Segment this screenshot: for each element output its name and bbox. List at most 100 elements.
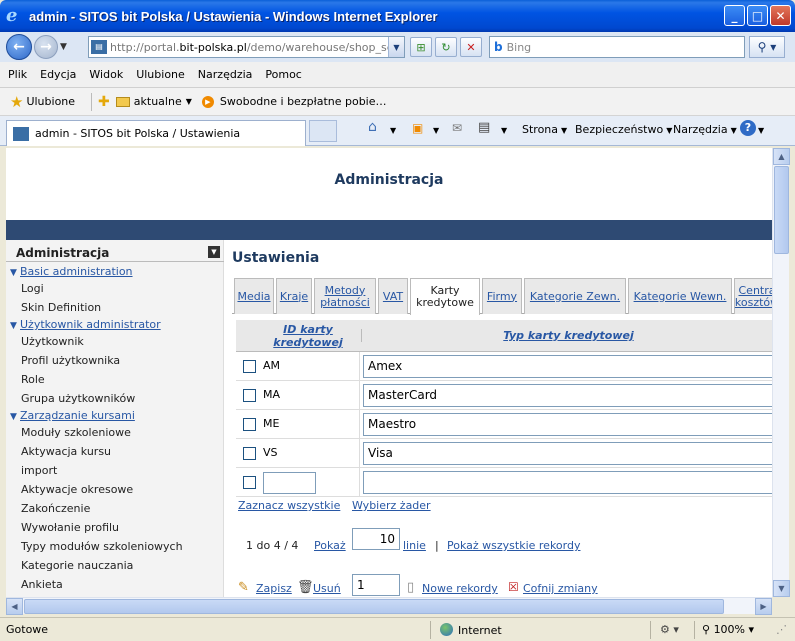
horizontal-scroll-thumb[interactable] (24, 599, 724, 614)
address-bar[interactable]: ▤ http://portal.bit-polska.pl/demo/wareh… (88, 36, 405, 58)
feeds-dropdown-icon[interactable]: ▼ (433, 126, 439, 135)
undo-changes-button[interactable]: Cofnij zmiany (523, 582, 598, 595)
favorites-item-aktualne[interactable]: aktualne (134, 95, 182, 108)
stop-button[interactable]: ✕ (460, 37, 482, 57)
menu-file[interactable]: Plik (8, 68, 27, 81)
save-icon[interactable]: ✎ (238, 580, 249, 595)
search-input[interactable]: b Bing (489, 36, 745, 58)
mail-icon[interactable]: ✉ (452, 121, 462, 135)
browser-tab[interactable]: admin - SITOS bit Polska / Ustawienia (6, 120, 306, 146)
new-tab-button[interactable] (309, 120, 337, 142)
sidebar-collapse-icon[interactable]: ▼ (208, 246, 220, 258)
help-dropdown-icon[interactable]: ▼ (758, 126, 764, 135)
add-favorite-icon[interactable]: ✚ (98, 94, 110, 110)
column-id-header[interactable]: ID karty kredytowej (260, 323, 356, 349)
sidebar-item-role[interactable]: Role (21, 373, 45, 386)
refresh-button[interactable]: ↻ (435, 37, 457, 57)
horizontal-scrollbar[interactable]: ◀ ▶ (6, 597, 772, 615)
sidebar-item-grupa[interactable]: Grupa użytkowników (21, 392, 135, 405)
pager-lines-input[interactable]: 10 (352, 528, 400, 550)
chevron-down-icon[interactable]: ▼ (186, 97, 192, 106)
document-icon[interactable]: ▯ (407, 580, 414, 595)
new-records-count-input[interactable]: 1 (352, 574, 400, 596)
sidebar-item-aktywacja-kursu[interactable]: Aktywacja kursu (21, 445, 111, 458)
tab-karty-kredytowe[interactable]: Karty kredytowe (410, 278, 480, 315)
tab-media[interactable]: Media (234, 278, 274, 314)
safety-menu[interactable]: Bezpieczeństwo ▼ (575, 123, 672, 136)
back-button[interactable]: ← (6, 34, 32, 60)
select-none-link[interactable]: Wybierz żader (352, 499, 431, 512)
protected-mode-icon[interactable]: ⚙ ▾ (660, 623, 679, 636)
sidebar-item-moduly[interactable]: Moduły szkoleniowe (21, 426, 131, 439)
favorites-item-download[interactable]: Swobodne i bezpłatne pobie… (220, 95, 387, 108)
save-button[interactable]: Zapisz (256, 582, 292, 595)
sidebar-group-basic-administration[interactable]: ▼ Basic administration (10, 265, 133, 278)
vertical-scroll-thumb[interactable] (774, 166, 789, 254)
sidebar-item-aktywacje-okresowe[interactable]: Aktywacje okresowe (21, 483, 133, 496)
print-dropdown-icon[interactable]: ▼ (501, 126, 507, 135)
row-checkbox[interactable] (243, 418, 256, 431)
row-checkbox[interactable] (243, 476, 256, 489)
menu-help[interactable]: Pomoc (265, 68, 301, 81)
tools-menu[interactable]: Narzędzia ▼ (673, 123, 737, 136)
minimize-button[interactable]: _ (724, 5, 745, 26)
favorites-button[interactable]: Ulubione (26, 95, 75, 108)
feeds-icon[interactable]: ▣ (412, 121, 423, 135)
tab-firmy[interactable]: Firmy (482, 278, 522, 314)
sidebar-item-import[interactable]: import (21, 464, 57, 477)
search-button[interactable]: ⚲ ▾ (749, 36, 785, 58)
card-type-input[interactable]: Visa (363, 442, 772, 465)
address-url[interactable]: http://portal.bit-polska.pl/demo/warehou… (110, 41, 388, 54)
pager-show-link[interactable]: Pokaż (314, 539, 346, 552)
forward-button[interactable]: → (34, 35, 58, 59)
row-checkbox[interactable] (243, 447, 256, 460)
sidebar-item-uzytkownik[interactable]: Użytkownik (21, 335, 84, 348)
sidebar-item-kategorie-nauczania[interactable]: Kategorie nauczania (21, 559, 133, 572)
select-all-link[interactable]: Zaznacz wszystkie (238, 499, 340, 512)
tab-centra-kosztow[interactable]: Centra kosztów (734, 278, 772, 314)
page-menu[interactable]: Strona ▼ (522, 123, 567, 136)
sidebar-item-logi[interactable]: Logi (21, 282, 44, 295)
row-checkbox[interactable] (243, 389, 256, 402)
cancel-icon[interactable]: ☒ (508, 580, 519, 594)
sidebar-item-skin-definition[interactable]: Skin Definition (21, 301, 101, 314)
address-dropdown-icon[interactable]: ▼ (388, 37, 404, 57)
card-type-input[interactable]: MasterCard (363, 384, 772, 407)
card-type-input[interactable]: Maestro (363, 413, 772, 436)
home-dropdown-icon[interactable]: ▼ (390, 126, 396, 135)
vertical-scrollbar[interactable]: ▲ ▼ (772, 148, 790, 597)
menu-edit[interactable]: Edycja (40, 68, 76, 81)
sidebar-item-typy-modulow[interactable]: Typy modułów szkoleniowych (21, 540, 183, 553)
new-card-type-input[interactable] (363, 471, 772, 494)
scroll-right-icon[interactable]: ▶ (755, 598, 772, 615)
compatibility-view-button[interactable]: ⊞ (410, 37, 432, 57)
sidebar-item-ankieta[interactable]: Ankieta (21, 578, 63, 591)
menu-favorites[interactable]: Ulubione (136, 68, 185, 81)
home-icon[interactable]: ⌂ (368, 119, 377, 135)
sidebar-item-zakonczenie[interactable]: Zakończenie (21, 502, 90, 515)
menu-tools[interactable]: Narzędzia (198, 68, 253, 81)
resize-grip-icon[interactable]: ⋰ (776, 623, 787, 636)
pager-lines-link[interactable]: linie (403, 539, 426, 552)
scroll-left-icon[interactable]: ◀ (6, 598, 23, 615)
sidebar-group-user-admin[interactable]: ▼ Użytkownik administrator (10, 318, 161, 331)
delete-button[interactable]: Usuń (313, 582, 341, 595)
show-all-records-link[interactable]: Pokaż wszystkie rekordy (447, 539, 580, 552)
new-records-button[interactable]: Nowe rekordy (422, 582, 498, 595)
tab-vat[interactable]: VAT (378, 278, 408, 314)
tab-kategorie-zewn[interactable]: Kategorie Zewn. (524, 278, 626, 314)
tab-kraje[interactable]: Kraje (276, 278, 312, 314)
sidebar-item-wywolanie-profilu[interactable]: Wywołanie profilu (21, 521, 119, 534)
scroll-up-icon[interactable]: ▲ (773, 148, 790, 165)
close-button[interactable]: ✕ (770, 5, 791, 26)
menu-view[interactable]: Widok (89, 68, 123, 81)
zoom-control[interactable]: ⚲ 100% ▾ (702, 623, 754, 636)
sidebar-item-profil[interactable]: Profil użytkownika (21, 354, 120, 367)
trash-icon[interactable]: 🗑 (297, 580, 314, 595)
row-checkbox[interactable] (243, 360, 256, 373)
new-card-id-input[interactable] (263, 472, 316, 494)
card-type-input[interactable]: Amex (363, 355, 772, 378)
sidebar-group-course-management[interactable]: ▼ Zarządzanie kursami (10, 409, 135, 422)
print-icon[interactable]: ▤ (478, 120, 490, 135)
column-type-header[interactable]: Typ karty kredytowej (361, 329, 772, 342)
